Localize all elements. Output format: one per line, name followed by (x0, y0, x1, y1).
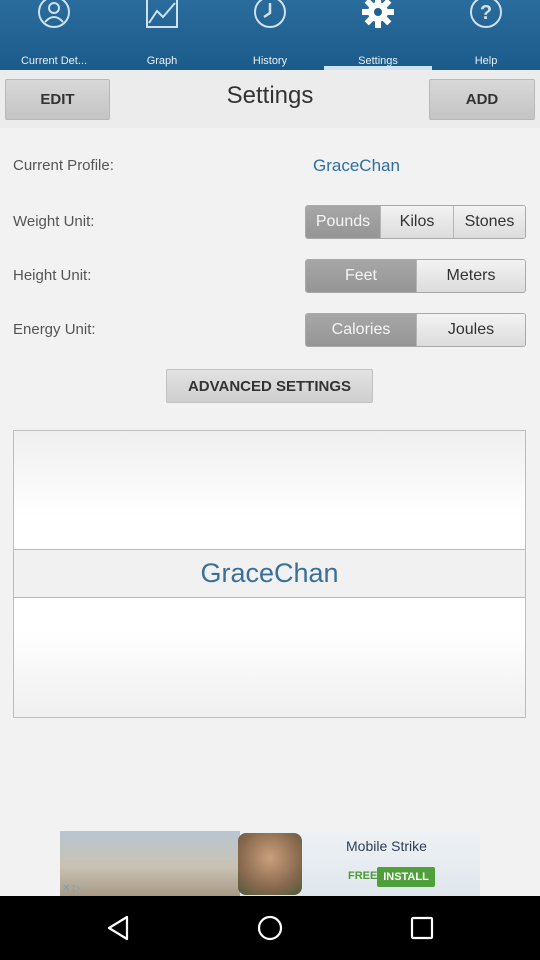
height-unit-selector: Feet Meters (305, 259, 526, 293)
tab-label: History (252, 55, 288, 67)
ad-title: Mobile Strike (346, 838, 427, 854)
ad-choices-icon[interactable]: ✕ ▷ (62, 883, 81, 894)
profile-picker[interactable]: GraceChan (13, 430, 526, 718)
person-icon (34, 0, 74, 32)
graph-icon (142, 0, 182, 32)
weight-unit-selector: Pounds Kilos Stones (305, 205, 526, 239)
recents-icon[interactable] (402, 910, 442, 946)
ad-character-image (238, 833, 302, 895)
tab-label: Help (474, 55, 498, 67)
page-title: Settings (226, 82, 314, 109)
weight-unit-label: Weight Unit: (13, 213, 95, 230)
tab-current-details[interactable]: Current Det... (0, 0, 108, 70)
settings-header: EDIT Settings ADD (0, 70, 540, 128)
energy-unit-label: Energy Unit: (13, 321, 96, 338)
edit-button[interactable]: EDIT (5, 79, 110, 120)
tab-history[interactable]: History (216, 0, 324, 70)
system-nav-bar (0, 896, 540, 960)
tab-settings[interactable]: Settings (324, 0, 432, 70)
home-icon[interactable] (250, 910, 290, 946)
advanced-settings-button[interactable]: ADVANCED SETTINGS (166, 369, 373, 403)
svg-text:?: ? (480, 2, 492, 24)
clock-icon (250, 0, 290, 32)
tab-label: Current Det... (20, 55, 88, 67)
tab-label: Graph (146, 55, 178, 67)
gear-icon (358, 0, 398, 32)
ad-install-button[interactable]: INSTALL (377, 867, 435, 887)
ad-banner[interactable]: Mobile Strike FREE INSTALL ✕ ▷ (60, 831, 480, 896)
tab-help[interactable]: ? Help (432, 0, 540, 70)
top-tab-bar: Current Det... Graph History Settings ? … (0, 0, 540, 70)
height-option-meters[interactable]: Meters (416, 260, 525, 292)
weight-option-stones[interactable]: Stones (453, 206, 525, 238)
add-button[interactable]: ADD (429, 79, 535, 120)
current-profile-label: Current Profile: (13, 157, 114, 174)
weight-option-pounds[interactable]: Pounds (306, 206, 380, 238)
back-icon[interactable] (98, 910, 138, 946)
current-profile-value[interactable]: GraceChan (313, 156, 400, 176)
help-icon: ? (466, 0, 506, 32)
tab-graph[interactable]: Graph (108, 0, 216, 70)
ad-scene-image (60, 831, 240, 896)
ad-free-label: FREE (348, 870, 378, 882)
energy-option-joules[interactable]: Joules (416, 314, 525, 346)
energy-option-calories[interactable]: Calories (306, 314, 416, 346)
height-unit-label: Height Unit: (13, 267, 92, 284)
picker-selected-item[interactable]: GraceChan (14, 549, 525, 598)
energy-unit-selector: Calories Joules (305, 313, 526, 347)
weight-option-kilos[interactable]: Kilos (380, 206, 453, 238)
height-option-feet[interactable]: Feet (306, 260, 416, 292)
